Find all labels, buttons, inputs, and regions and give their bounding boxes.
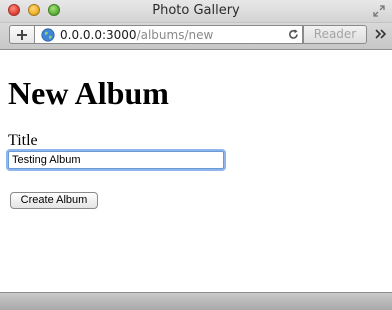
- reader-button[interactable]: Reader: [303, 25, 367, 44]
- status-bar: [0, 292, 392, 310]
- window-title: Photo Gallery: [152, 3, 240, 18]
- address-bar[interactable]: 0.0.0.0:3000/albums/new: [35, 25, 303, 44]
- browser-toolbar: 0.0.0.0:3000/albums/new Reader: [0, 23, 392, 50]
- globe-icon: [41, 28, 55, 42]
- album-title-input[interactable]: [8, 151, 224, 169]
- title-bar: Photo Gallery: [0, 0, 392, 23]
- browser-window: Photo Gallery 0.0.0.0:3000/albums/new Re…: [0, 0, 392, 310]
- url-host: 0.0.0.0:3000: [60, 28, 137, 42]
- page-content: New Album Title Create Album: [0, 50, 392, 292]
- title-field-label: Title: [8, 132, 38, 149]
- url-path: /albums/new: [136, 28, 214, 42]
- create-album-button[interactable]: Create Album: [10, 192, 98, 209]
- url-text: 0.0.0.0:3000/albums/new: [60, 28, 213, 42]
- page-title: New Album: [8, 75, 169, 111]
- reload-icon[interactable]: [287, 28, 300, 41]
- resize-icon[interactable]: [372, 4, 386, 18]
- overflow-chevron-icon[interactable]: [374, 28, 388, 40]
- add-bookmark-button[interactable]: [9, 25, 35, 44]
